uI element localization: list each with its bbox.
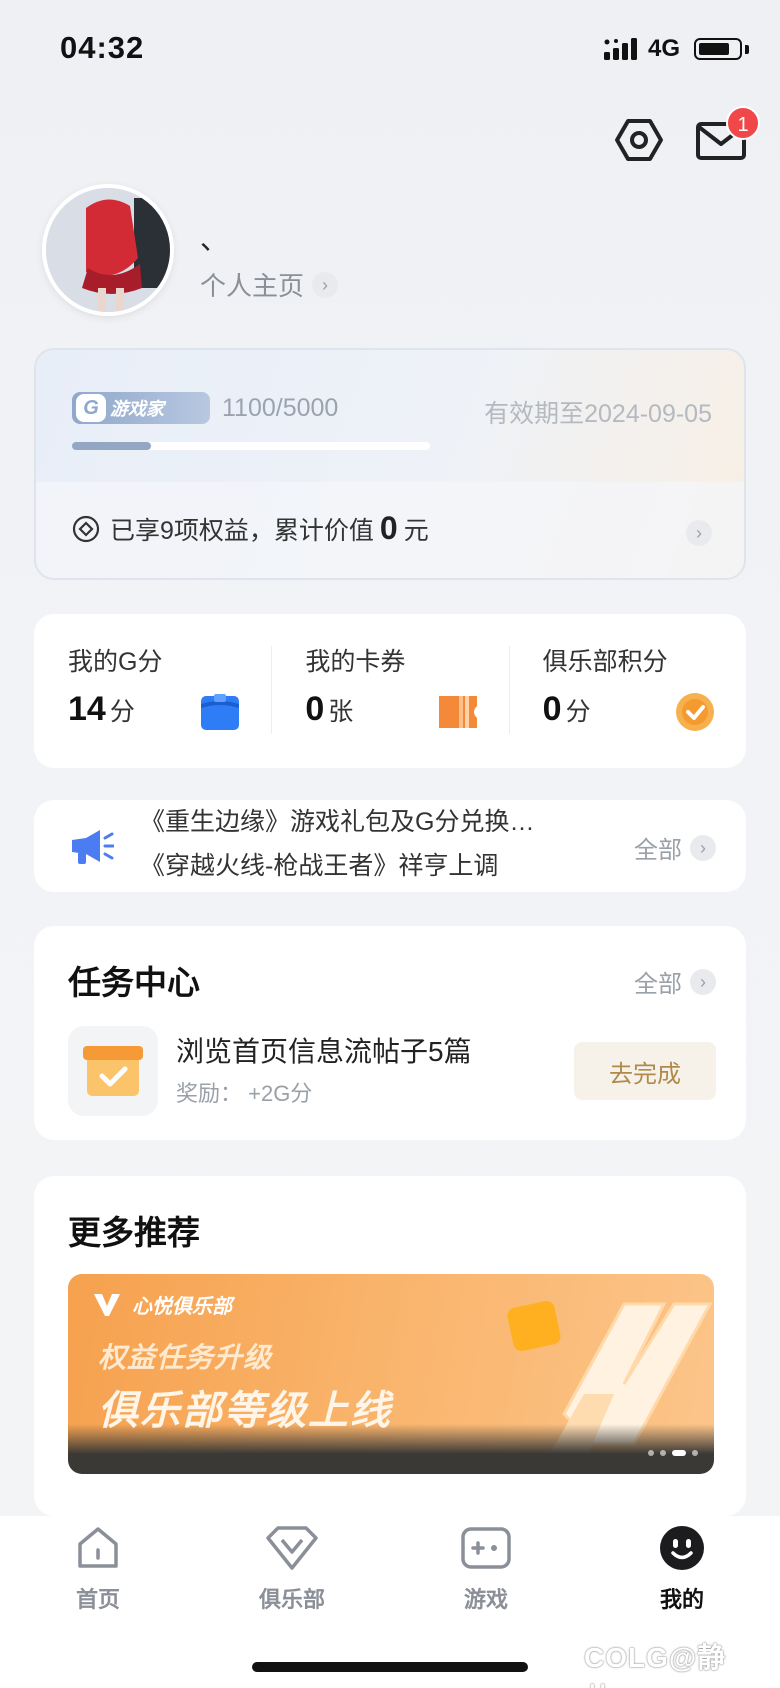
g-logo-icon: G [76, 394, 106, 422]
stat-club-points[interactable]: 俱乐部积分 0分 [508, 614, 746, 768]
member-level-card[interactable]: G 游戏家 1100/5000 有效期至2024-09-05 已享9项权益，累计… [34, 348, 746, 580]
stat-value: 0 [542, 690, 562, 728]
network-type: 4G [648, 35, 681, 62]
settings-hexagon-icon[interactable] [614, 115, 664, 165]
megaphone-icon [72, 830, 114, 864]
home-icon [78, 1527, 118, 1568]
level-progress-fill [72, 442, 151, 450]
benefits-text: 已享9项权益，累计价值 [110, 516, 374, 545]
level-progress-bar [72, 442, 430, 450]
notice-item[interactable]: 《重生边缘》游戏礼包及G分兑换… [140, 808, 640, 844]
stat-coupons[interactable]: 我的卡券 0张 [271, 614, 508, 768]
watermark: COLG@静儿、 [584, 1642, 727, 1688]
cellular-signal-icon [604, 38, 637, 60]
diamond-outline-icon [72, 515, 100, 542]
more-recommend-card: 更多推荐 心悦俱乐部 权益任务升级 俱乐部等级上线 [34, 1176, 746, 1516]
club-logo-icon [94, 1293, 120, 1316]
task-center-title: 任务中心 [68, 964, 200, 1001]
stat-label: 我的G分 [68, 648, 163, 676]
level-name: 游戏家 [110, 399, 164, 419]
home-indicator [252, 1662, 528, 1672]
benefits-summary: 已享9项权益，累计价值 0 元 [72, 510, 429, 547]
notice-all-label: 全部 [634, 837, 682, 864]
tab-games[interactable]: 游戏 [416, 1524, 556, 1614]
tab-mine[interactable]: 我的 [612, 1524, 752, 1614]
benefits-value: 0 [379, 510, 398, 546]
ticket-icon [438, 696, 477, 728]
task-center-card: 任务中心 全部 › 浏览首页信息流帖子5篇 奖励： +2G分 去完成 [34, 926, 746, 1140]
stat-unit: 分 [109, 698, 135, 726]
carousel-dot [660, 1450, 666, 1456]
profile-home-label: 个人主页 [200, 271, 305, 301]
notice-all-link[interactable]: 全部 › [634, 830, 716, 865]
level-progress-text: 1100/5000 [222, 394, 339, 422]
gamepad-icon [461, 1527, 511, 1569]
check-coin-icon [675, 693, 714, 731]
user-name: 、 [200, 224, 229, 255]
more-recommend-title: 更多推荐 [68, 1214, 200, 1251]
smile-face-icon [660, 1526, 704, 1570]
carousel-dot [692, 1450, 698, 1456]
tab-club[interactable]: 俱乐部 [222, 1524, 362, 1614]
benefits-unit: 元 [403, 516, 429, 545]
avatar-photo [46, 188, 170, 312]
box-icon [201, 694, 240, 730]
profile-home-link[interactable]: 个人主页 › [200, 266, 339, 303]
task-all-label: 全部 [634, 971, 682, 998]
stat-value: 14 [68, 690, 106, 728]
stats-card: 我的G分 14 分 我的卡券 0张 俱乐部积分 0分 [34, 614, 746, 768]
carousel-dot [648, 1450, 654, 1456]
tab-label: 首页 [75, 1587, 120, 1612]
banner-brand-text: 心悦俱乐部 [132, 1296, 232, 1318]
task-all-link[interactable]: 全部 › [634, 964, 716, 999]
task-title: 浏览首页信息流帖子5篇 [176, 1036, 472, 1067]
notice-item[interactable]: 《穿越火线-枪战王者》祥亨上调 [140, 844, 640, 884]
expire-date: 有效期至2024-09-05 [484, 400, 712, 428]
tab-home[interactable]: 首页 [28, 1524, 168, 1614]
banner-subtitle: 权益任务升级 [98, 1342, 273, 1373]
notice-list: 《重生边缘》游戏礼包及G分兑换… 《穿越火线-枪战王者》祥亨上调 [140, 808, 640, 884]
level-badge: G 游戏家 [72, 392, 210, 424]
status-time: 04:32 [60, 30, 145, 65]
carousel-dot-active [672, 1450, 686, 1456]
diamond-icon [266, 1526, 318, 1570]
stat-unit: 张 [328, 698, 354, 726]
complete-task-button[interactable]: 去完成 [574, 1042, 716, 1100]
stat-unit: 分 [565, 698, 591, 726]
check-box-icon [83, 1046, 143, 1096]
stat-value: 0 [305, 690, 325, 728]
promo-banner[interactable]: 心悦俱乐部 权益任务升级 俱乐部等级上线 [68, 1274, 714, 1474]
chevron-right-icon: › [690, 834, 716, 861]
stat-label: 俱乐部积分 [542, 648, 668, 676]
chevron-right-icon: › [690, 968, 716, 995]
banner-title: 俱乐部等级上线 [98, 1389, 392, 1433]
task-reward: 奖励： +2G分 [176, 1081, 313, 1106]
stat-label: 我的卡券 [305, 648, 406, 676]
chevron-right-icon: › [686, 520, 712, 546]
tab-label: 游戏 [463, 1587, 508, 1612]
mail-unread-badge: 1 [726, 106, 760, 140]
tab-label: 我的 [659, 1587, 704, 1612]
banner-brand: 心悦俱乐部 [94, 1290, 232, 1319]
carousel-dots [648, 1450, 698, 1456]
status-bar: 04:32 4G [0, 0, 780, 100]
battery-icon [694, 38, 742, 60]
chevron-right-icon: › [312, 271, 339, 298]
tab-label: 俱乐部 [258, 1587, 325, 1612]
task-icon [68, 1026, 158, 1116]
notice-bar[interactable]: 《重生边缘》游戏礼包及G分兑换… 《穿越火线-枪战王者》祥亨上调 全部 › [34, 800, 746, 892]
avatar[interactable] [42, 184, 174, 316]
stat-g-points[interactable]: 我的G分 14 分 [34, 614, 271, 768]
